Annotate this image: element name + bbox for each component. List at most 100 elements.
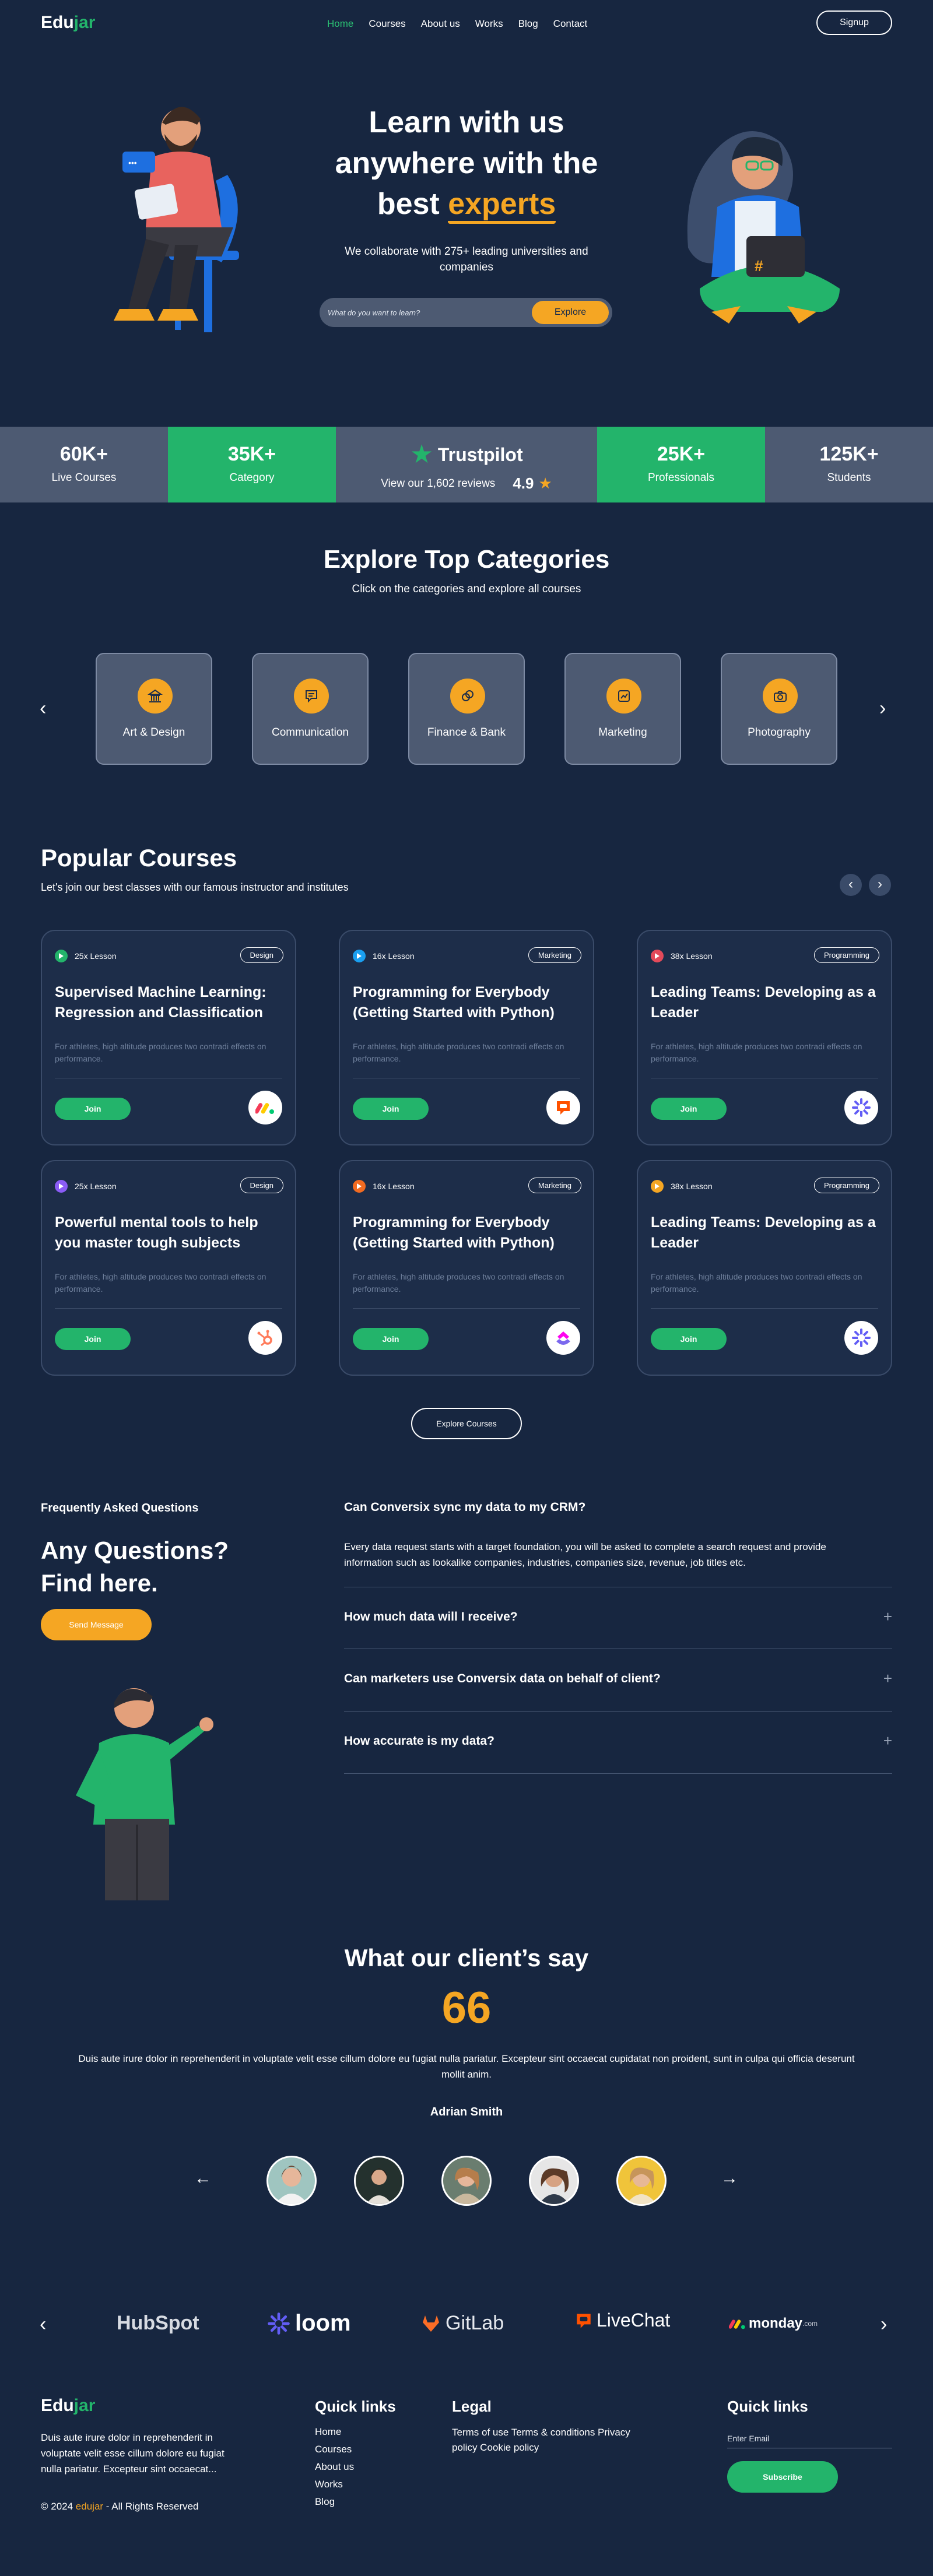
footer-copyright: © 2024 edujar - All Rights Reserved <box>41 2501 199 2512</box>
course-card[interactable]: 25x Lesson Design Supervised Machine Lea… <box>41 930 296 1145</box>
course-title: Leading Teams: Developing as a Leader <box>651 984 876 1021</box>
join-button[interactable]: Join <box>55 1328 131 1350</box>
hero-title: Learn with us anywhere with the best exp… <box>292 102 641 224</box>
footer-legal-links[interactable]: Terms of use Terms & conditions Privacy … <box>452 2425 650 2455</box>
hero-title-accent: experts <box>448 187 556 224</box>
livechat-logo <box>546 1091 580 1124</box>
trustpilot-panel[interactable]: ★ Trustpilot View our 1,602 reviews 4.9 … <box>336 427 597 502</box>
stat-students: 125K+ Students <box>765 427 933 502</box>
footer-quick-links: Home Courses About us Works Blog <box>315 2423 354 2511</box>
category-photography[interactable]: Photography <box>721 653 837 765</box>
nav-courses[interactable]: Courses <box>369 18 405 30</box>
course-description: For athletes, high altitude produces two… <box>353 1042 564 1063</box>
avatar[interactable] <box>616 2156 667 2206</box>
partners-next-arrow[interactable]: › <box>881 2314 887 2334</box>
explore-courses-button[interactable]: Explore Courses <box>411 1408 522 1439</box>
trustpilot-star-icon: ★ <box>410 440 433 469</box>
course-description: For athletes, high altitude produces two… <box>353 1272 564 1294</box>
course-tag: Design <box>240 1178 283 1193</box>
nav-about[interactable]: About us <box>421 18 460 30</box>
logo[interactable]: Edujar <box>41 13 95 33</box>
plus-icon: + <box>883 1732 892 1749</box>
category-finance-bank[interactable]: Finance & Bank <box>408 653 525 765</box>
student-headset-illustration: # <box>687 131 840 324</box>
courses-subtitle: Let's join our best classes with our fam… <box>41 881 349 893</box>
search-input[interactable] <box>328 305 520 319</box>
testimonial-next-arrow[interactable]: → <box>721 2170 738 2187</box>
faq-question-4[interactable]: How accurate is my data? + <box>344 1732 892 1749</box>
categories-title: Explore Top Categories <box>323 545 610 574</box>
email-input[interactable] <box>727 2429 892 2448</box>
avatar[interactable] <box>441 2156 492 2206</box>
avatar[interactable] <box>529 2156 579 2206</box>
course-card[interactable]: 16x Lesson Marketing Programming for Eve… <box>339 1160 594 1376</box>
categories-prev-arrow[interactable]: ‹ <box>40 698 46 718</box>
play-icon <box>651 1180 664 1193</box>
course-card[interactable]: 38x Lesson Programming Leading Teams: De… <box>637 930 892 1145</box>
course-tag: Programming <box>813 1178 879 1193</box>
course-tag: Programming <box>813 947 879 963</box>
footer-link-blog[interactable]: Blog <box>315 2493 354 2511</box>
subscribe-button[interactable]: Subscribe <box>727 2461 838 2493</box>
footer-quick-links-title: Quick links <box>315 2398 396 2415</box>
footer-link-works[interactable]: Works <box>315 2476 354 2493</box>
join-button[interactable]: Join <box>55 1098 131 1120</box>
monday-logo <box>248 1091 282 1124</box>
join-button[interactable]: Join <box>651 1098 727 1120</box>
faq-question-1[interactable]: Can Conversix sync my data to my CRM? <box>344 1500 892 1514</box>
footer-link-courses[interactable]: Courses <box>315 2441 354 2458</box>
clickup-logo <box>546 1321 580 1355</box>
loom-star-icon <box>268 2312 290 2335</box>
plus-icon: + <box>883 1608 892 1625</box>
partner-monday-logo: monday .com <box>729 2315 818 2332</box>
footer-link-about[interactable]: About us <box>315 2458 354 2476</box>
signup-button[interactable]: Signup <box>816 10 892 35</box>
main-nav: Home Courses About us Works Blog Contact <box>320 18 595 30</box>
partner-gitlab-logo: GitLab <box>421 2312 504 2335</box>
courses-next-button[interactable]: › <box>869 874 891 896</box>
category-marketing[interactable]: Marketing <box>564 653 681 765</box>
join-button[interactable]: Join <box>651 1328 727 1350</box>
testimonial-prev-arrow[interactable]: ← <box>194 2170 212 2187</box>
divider <box>353 1308 580 1309</box>
course-card[interactable]: 16x Lesson Marketing Programming for Eve… <box>339 930 594 1145</box>
course-title: Programming for Everybody (Getting Start… <box>353 1214 555 1251</box>
course-description: For athletes, high altitude produces two… <box>55 1272 266 1294</box>
faq-heading: Any Questions? Find here. <box>41 1537 229 1597</box>
faq-label: Frequently Asked Questions <box>41 1502 199 1514</box>
faq-question-3[interactable]: Can marketers use Conversix data on beha… <box>344 1670 892 1687</box>
plus-icon: + <box>883 1670 892 1687</box>
join-button[interactable]: Join <box>353 1098 429 1120</box>
course-tag: Marketing <box>528 1178 581 1193</box>
avatar[interactable] <box>354 2156 404 2206</box>
explore-button[interactable]: Explore <box>532 301 609 324</box>
nav-home[interactable]: Home <box>327 18 353 30</box>
courses-prev-button[interactable]: ‹ <box>840 874 862 896</box>
course-card[interactable]: 38x Lesson Programming Leading Teams: De… <box>637 1160 892 1376</box>
join-button[interactable]: Join <box>353 1328 429 1350</box>
category-art-design[interactable]: Art & Design <box>96 653 212 765</box>
loom-logo <box>844 1321 878 1355</box>
course-card[interactable]: 25x Lesson Design Powerful mental tools … <box>41 1160 296 1376</box>
student-sitting-illustration: ••• <box>114 107 239 332</box>
faq-question-2[interactable]: How much data will I receive? + <box>344 1608 892 1625</box>
course-title: Leading Teams: Developing as a Leader <box>651 1214 876 1251</box>
partners-prev-arrow[interactable]: ‹ <box>40 2314 46 2334</box>
footer-logo[interactable]: Edujar <box>41 2396 95 2416</box>
categories-next-arrow[interactable]: › <box>879 698 886 718</box>
play-icon <box>55 950 68 962</box>
play-icon <box>651 950 664 962</box>
partner-hubspot-logo: HubSpot <box>117 2312 199 2334</box>
send-message-button[interactable]: Send Message <box>41 1609 152 1640</box>
camera-icon <box>763 679 798 714</box>
avatar[interactable] <box>266 2156 317 2206</box>
courses-title: Popular Courses <box>41 844 237 871</box>
nav-blog[interactable]: Blog <box>518 18 538 30</box>
footer-link-home[interactable]: Home <box>315 2423 354 2441</box>
course-description: For athletes, high altitude produces two… <box>55 1042 266 1063</box>
laptop-hash-symbol: # <box>755 257 763 275</box>
nav-contact[interactable]: Contact <box>553 18 588 30</box>
category-communication[interactable]: Communication <box>252 653 369 765</box>
footer-legal-title: Legal <box>452 2398 492 2415</box>
nav-works[interactable]: Works <box>475 18 503 30</box>
